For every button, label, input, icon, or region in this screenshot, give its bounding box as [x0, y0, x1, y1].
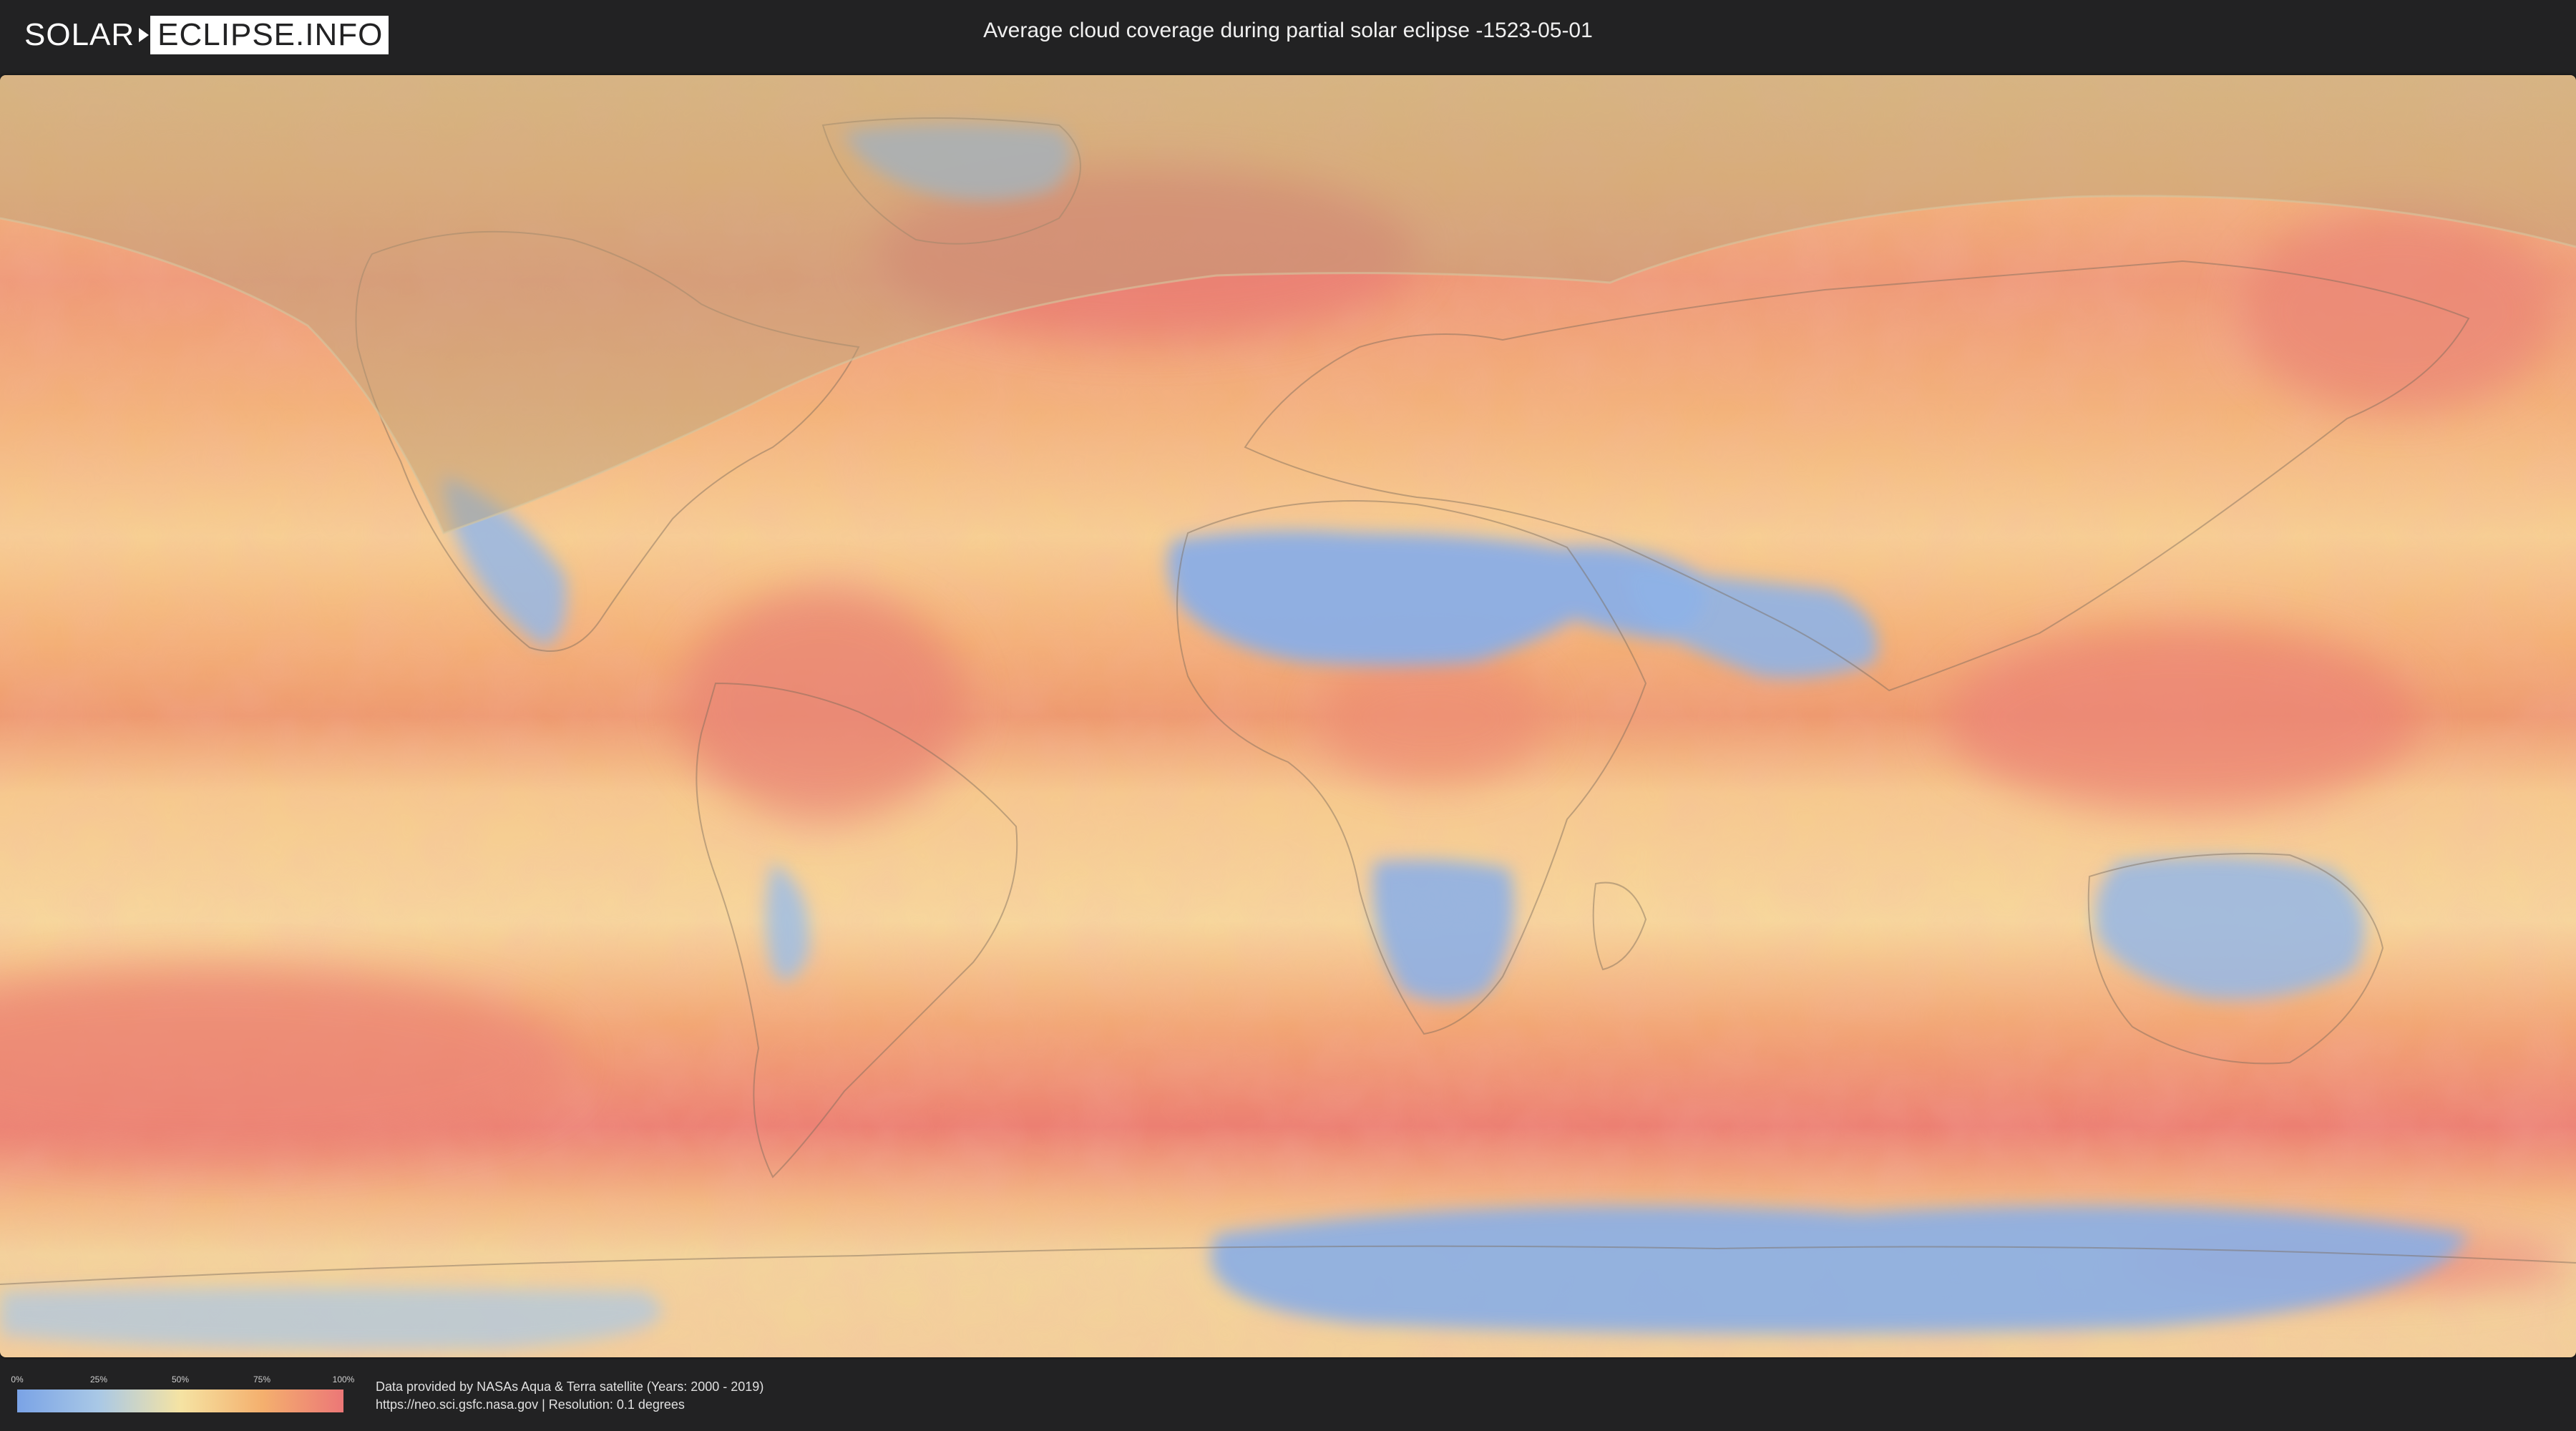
map-svg	[0, 75, 2576, 1357]
legend-color-bar	[17, 1390, 343, 1412]
legend-tick-75: 75%	[253, 1374, 271, 1384]
legend-tick-100: 100%	[332, 1374, 355, 1384]
page-title: Average cloud coverage during partial so…	[983, 19, 1593, 42]
data-credits: Data provided by NASAs Aqua & Terra sate…	[376, 1378, 763, 1414]
credits-line-source: Data provided by NASAs Aqua & Terra sate…	[376, 1379, 764, 1394]
top-bar: SOLAR ECLIPSE.INFO Average cloud coverag…	[0, 0, 2576, 72]
cloud-coverage-map[interactable]	[0, 75, 2576, 1357]
legend-tick-0: 0%	[11, 1374, 24, 1384]
legend-ticks: 0% 25% 50% 75% 100%	[11, 1374, 354, 1384]
credits-line-url[interactable]: https://neo.sci.gsfc.nasa.gov | Resoluti…	[376, 1396, 763, 1414]
legend-tick-25: 25%	[89, 1374, 108, 1384]
legend-tick-50: 50%	[171, 1374, 190, 1384]
